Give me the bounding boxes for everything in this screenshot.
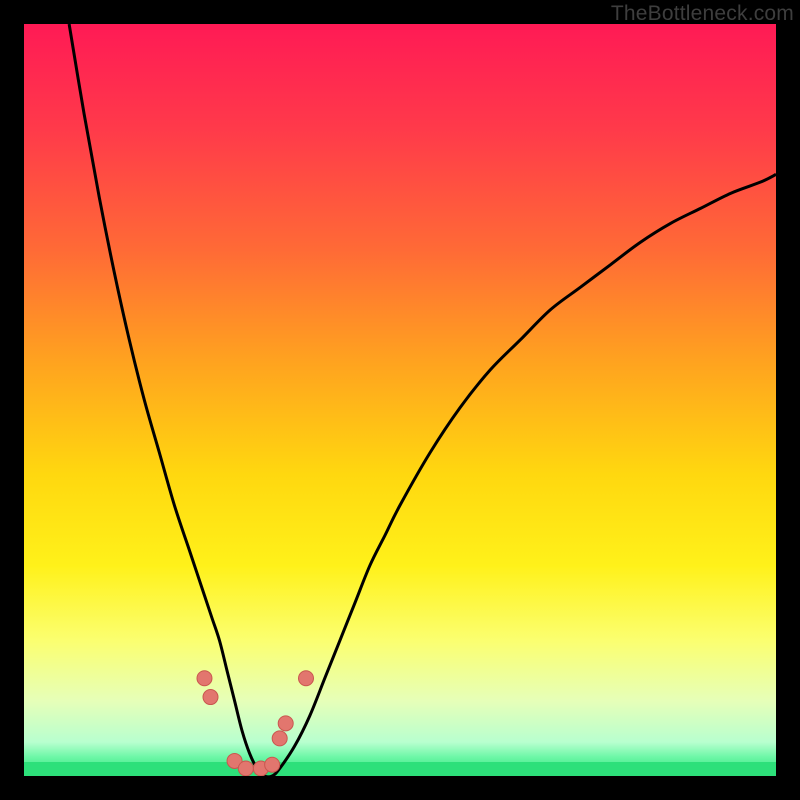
data-marker bbox=[299, 671, 314, 686]
watermark-text: TheBottleneck.com bbox=[611, 2, 794, 26]
data-marker bbox=[272, 731, 287, 746]
chart-frame bbox=[24, 24, 776, 776]
gradient-background bbox=[24, 24, 776, 776]
data-marker bbox=[203, 690, 218, 705]
data-marker bbox=[197, 671, 212, 686]
data-marker bbox=[278, 716, 293, 731]
bottleneck-chart bbox=[24, 24, 776, 776]
data-marker bbox=[238, 761, 253, 776]
green-band bbox=[24, 762, 776, 776]
data-marker bbox=[265, 757, 280, 772]
